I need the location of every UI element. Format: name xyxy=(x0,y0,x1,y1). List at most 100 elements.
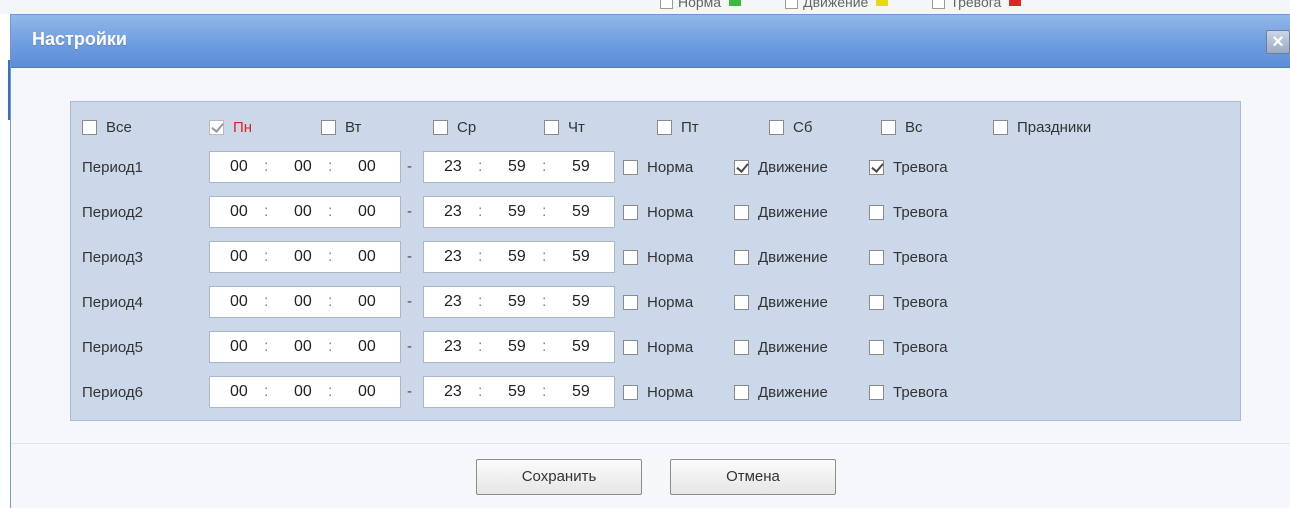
day-checkbox[interactable] xyxy=(993,120,1008,135)
alarm-option[interactable]: Тревога xyxy=(869,384,948,401)
day-option[interactable]: Ср xyxy=(433,119,476,136)
normal-option-checkbox[interactable] xyxy=(623,385,638,400)
day-checkbox[interactable] xyxy=(433,120,448,135)
second-field[interactable]: 00 xyxy=(358,383,376,401)
start-time-input[interactable]: 00:00:00 xyxy=(209,376,401,408)
alarm-option-checkbox[interactable] xyxy=(869,385,884,400)
minute-field[interactable]: 00 xyxy=(294,293,312,311)
second-field[interactable]: 00 xyxy=(358,248,376,266)
end-time-input[interactable]: 23:59:59 xyxy=(423,331,615,363)
normal-option[interactable]: Норма xyxy=(623,294,693,311)
start-time-input[interactable]: 00:00:00 xyxy=(209,286,401,318)
minute-field[interactable]: 59 xyxy=(508,338,526,356)
hour-field[interactable]: 00 xyxy=(230,203,248,221)
day-option[interactable]: Чт xyxy=(544,119,585,136)
minute-field[interactable]: 00 xyxy=(294,383,312,401)
hour-field[interactable]: 23 xyxy=(444,203,462,221)
dialog-titlebar[interactable]: Настройки × xyxy=(11,15,1290,68)
end-time-input[interactable]: 23:59:59 xyxy=(423,196,615,228)
day-checkbox[interactable] xyxy=(881,120,896,135)
minute-field[interactable]: 00 xyxy=(294,338,312,356)
motion-option-checkbox[interactable] xyxy=(734,385,749,400)
second-field[interactable]: 59 xyxy=(572,203,590,221)
day-checkbox[interactable] xyxy=(209,120,224,135)
minute-field[interactable]: 00 xyxy=(294,248,312,266)
day-option[interactable]: Вт xyxy=(321,119,361,136)
motion-option[interactable]: Движение xyxy=(734,384,828,401)
minute-field[interactable]: 00 xyxy=(294,203,312,221)
second-field[interactable]: 00 xyxy=(358,293,376,311)
hour-field[interactable]: 23 xyxy=(444,383,462,401)
normal-option-checkbox[interactable] xyxy=(623,250,638,265)
day-option[interactable]: Все xyxy=(82,119,132,136)
save-button[interactable]: Сохранить xyxy=(476,459,642,495)
second-field[interactable]: 00 xyxy=(358,338,376,356)
minute-field[interactable]: 59 xyxy=(508,203,526,221)
motion-option[interactable]: Движение xyxy=(734,204,828,221)
motion-option-checkbox[interactable] xyxy=(734,295,749,310)
hour-field[interactable]: 00 xyxy=(230,338,248,356)
alarm-option-checkbox[interactable] xyxy=(869,340,884,355)
normal-option-checkbox[interactable] xyxy=(623,205,638,220)
day-option[interactable]: Пт xyxy=(657,119,699,136)
day-checkbox[interactable] xyxy=(82,120,97,135)
hour-field[interactable]: 23 xyxy=(444,293,462,311)
alarm-option-checkbox[interactable] xyxy=(869,205,884,220)
start-time-input[interactable]: 00:00:00 xyxy=(209,241,401,273)
motion-option-checkbox[interactable] xyxy=(734,160,749,175)
second-field[interactable]: 59 xyxy=(572,293,590,311)
normal-option-checkbox[interactable] xyxy=(623,295,638,310)
alarm-option[interactable]: Тревога xyxy=(869,204,948,221)
hour-field[interactable]: 00 xyxy=(230,383,248,401)
end-time-input[interactable]: 23:59:59 xyxy=(423,286,615,318)
day-checkbox[interactable] xyxy=(544,120,559,135)
normal-option[interactable]: Норма xyxy=(623,249,693,266)
minute-field[interactable]: 59 xyxy=(508,158,526,176)
hour-field[interactable]: 00 xyxy=(230,158,248,176)
alarm-option[interactable]: Тревога xyxy=(869,294,948,311)
second-field[interactable]: 59 xyxy=(572,158,590,176)
alarm-option-checkbox[interactable] xyxy=(869,250,884,265)
day-option[interactable]: Праздники xyxy=(993,119,1091,136)
end-time-input[interactable]: 23:59:59 xyxy=(423,241,615,273)
motion-option[interactable]: Движение xyxy=(734,249,828,266)
alarm-option[interactable]: Тревога xyxy=(869,249,948,266)
normal-option[interactable]: Норма xyxy=(623,204,693,221)
motion-option[interactable]: Движение xyxy=(734,339,828,356)
cancel-button[interactable]: Отмена xyxy=(670,459,836,495)
day-option[interactable]: Вс xyxy=(881,119,923,136)
motion-option-checkbox[interactable] xyxy=(734,205,749,220)
motion-option[interactable]: Движение xyxy=(734,159,828,176)
hour-field[interactable]: 00 xyxy=(230,293,248,311)
motion-option-checkbox[interactable] xyxy=(734,250,749,265)
day-checkbox[interactable] xyxy=(321,120,336,135)
hour-field[interactable]: 00 xyxy=(230,248,248,266)
normal-option-checkbox[interactable] xyxy=(623,340,638,355)
minute-field[interactable]: 59 xyxy=(508,248,526,266)
second-field[interactable]: 59 xyxy=(572,248,590,266)
minute-field[interactable]: 59 xyxy=(508,293,526,311)
normal-option[interactable]: Норма xyxy=(623,384,693,401)
end-time-input[interactable]: 23:59:59 xyxy=(423,151,615,183)
end-time-input[interactable]: 23:59:59 xyxy=(423,376,615,408)
second-field[interactable]: 59 xyxy=(572,338,590,356)
day-option[interactable]: Сб xyxy=(769,119,812,136)
start-time-input[interactable]: 00:00:00 xyxy=(209,196,401,228)
day-option[interactable]: Пн xyxy=(209,119,252,136)
motion-option-checkbox[interactable] xyxy=(734,340,749,355)
normal-option-checkbox[interactable] xyxy=(623,160,638,175)
minute-field[interactable]: 59 xyxy=(508,383,526,401)
day-checkbox[interactable] xyxy=(657,120,672,135)
minute-field[interactable]: 00 xyxy=(294,158,312,176)
alarm-option-checkbox[interactable] xyxy=(869,160,884,175)
alarm-option-checkbox[interactable] xyxy=(869,295,884,310)
second-field[interactable]: 00 xyxy=(358,158,376,176)
second-field[interactable]: 59 xyxy=(572,383,590,401)
alarm-option[interactable]: Тревога xyxy=(869,159,948,176)
motion-option[interactable]: Движение xyxy=(734,294,828,311)
normal-option[interactable]: Норма xyxy=(623,159,693,176)
alarm-option[interactable]: Тревога xyxy=(869,339,948,356)
second-field[interactable]: 00 xyxy=(358,203,376,221)
close-icon[interactable]: × xyxy=(1266,30,1290,54)
start-time-input[interactable]: 00:00:00 xyxy=(209,151,401,183)
